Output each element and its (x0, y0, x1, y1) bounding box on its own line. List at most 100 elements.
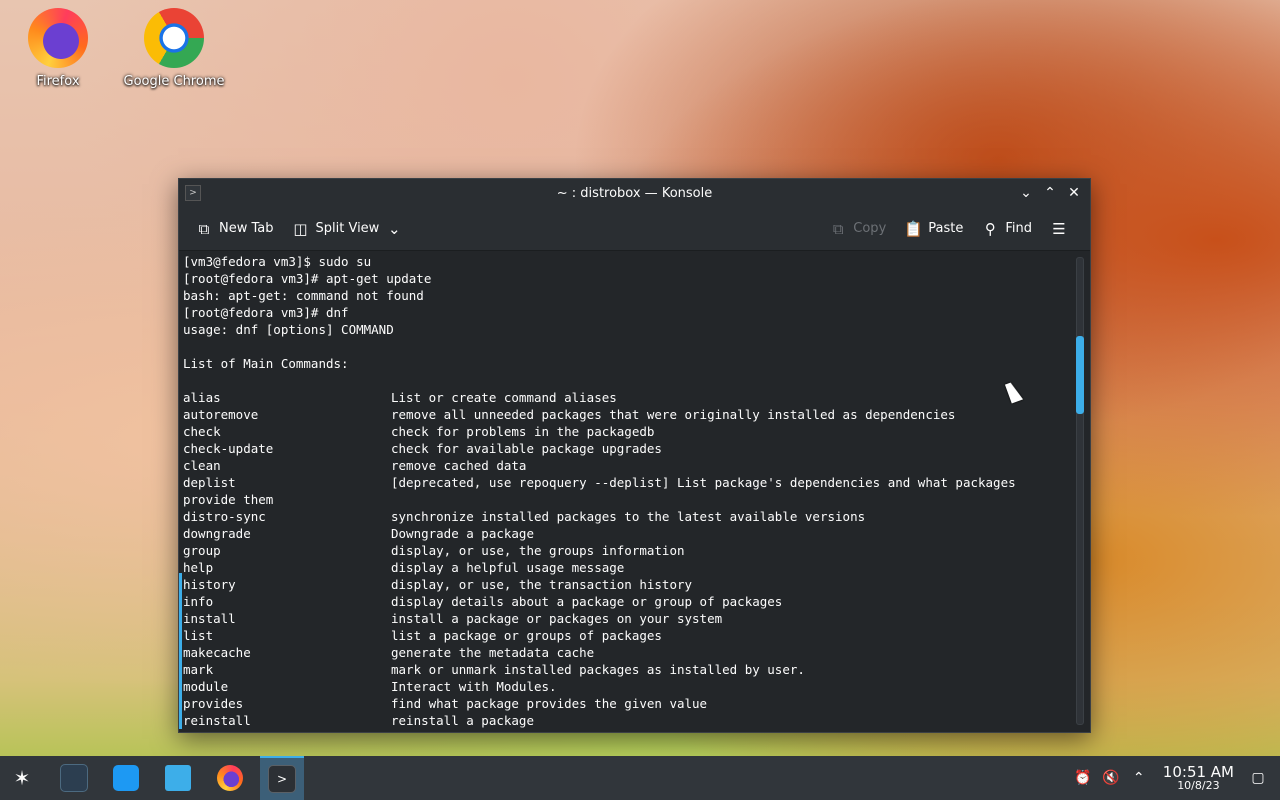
command-description: synchronize installed packages to the la… (391, 509, 866, 524)
folder-icon (165, 765, 191, 791)
volume-muted-icon[interactable]: 🔇 (1097, 770, 1125, 786)
terminal-line: [root@fedora vm3]# apt-get update (183, 271, 432, 286)
command-name: check (183, 424, 221, 439)
menu-icon: ☰ (1052, 219, 1066, 238)
command-row: clean remove cached data (183, 457, 1074, 474)
command-row: mark mark or unmark installed packages as… (183, 661, 1074, 678)
search-icon: ⚲ (984, 219, 996, 238)
command-description: install a package or packages on your sy… (391, 611, 723, 626)
command-name: history (183, 577, 236, 592)
command-name: reinstall (183, 713, 251, 728)
command-row: reinstall reinstall a package (183, 712, 1074, 729)
paste-icon: 📋 (904, 219, 923, 238)
window-title: ~ : distrobox — Konsole (556, 185, 713, 201)
command-name: info (183, 594, 214, 609)
toolbar: ⧉ New Tab ◫ Split View ⌄ ⧉ Copy 📋 Paste … (179, 207, 1090, 251)
terminal-line: usage: dnf [options] COMMAND (183, 322, 394, 337)
app-launcher-button[interactable]: ✶ (0, 756, 44, 800)
taskbar-firefox[interactable] (208, 756, 252, 800)
copy-icon: ⧉ (832, 219, 844, 238)
find-label: Find (1005, 221, 1032, 236)
command-row: provides find what package provides the g… (183, 695, 1074, 712)
command-description: display details about a package or group… (391, 594, 783, 609)
launcher-icon: ✶ (13, 766, 31, 790)
command-name: deplist (183, 475, 236, 490)
split-view-icon: ◫ (293, 219, 308, 238)
command-row: deplist [deprecated, use repoquery --depl… (183, 474, 1074, 491)
show-desktop-icon[interactable]: ▢ (1244, 770, 1272, 786)
copy-label: Copy (853, 221, 887, 236)
command-name: list (183, 628, 214, 643)
command-description: list a package or groups of packages (391, 628, 662, 643)
command-row: makecache generate the metadata cache (183, 644, 1074, 661)
minimize-button[interactable]: ⌄ (1014, 182, 1038, 204)
find-button[interactable]: ⚲ Find (975, 216, 1038, 242)
terminal-line: List of Main Commands: (183, 356, 349, 371)
paste-button[interactable]: 📋 Paste (898, 216, 969, 242)
title-bar[interactable]: > ~ : distrobox — Konsole ⌄ ⌃ ✕ (179, 179, 1090, 207)
command-name: group (183, 543, 221, 558)
command-row: list list a package or groups of packages (183, 627, 1074, 644)
clock[interactable]: 10:51 AM 10/8/23 (1163, 764, 1234, 793)
command-description: display, or use, the groups information (391, 543, 685, 558)
command-name: distro-sync (183, 509, 266, 524)
desktop-icon-chrome[interactable]: Google Chrome (119, 8, 229, 89)
command-row: check-update check for available package … (183, 440, 1074, 457)
command-row: info display details about a package or g… (183, 593, 1074, 610)
system-tray: ⏰ 🔇 ⌃ 10:51 AM 10/8/23 ▢ (1069, 756, 1280, 800)
konsole-window: > ~ : distrobox — Konsole ⌄ ⌃ ✕ ⧉ New Ta… (178, 178, 1091, 733)
scrollbar-thumb[interactable] (1076, 336, 1084, 414)
command-name: help (183, 560, 214, 575)
command-row: downgrade Downgrade a package (183, 525, 1074, 542)
command-row: check check for problems in the packagedb (183, 423, 1074, 440)
close-button[interactable]: ✕ (1062, 182, 1086, 204)
command-description: display, or use, the transaction history (391, 577, 693, 592)
new-tab-icon: ⧉ (198, 219, 210, 238)
taskbar-konsole[interactable]: > (260, 756, 304, 800)
taskbar-discover[interactable] (104, 756, 148, 800)
command-name: module (183, 679, 229, 694)
command-row: provide them (183, 491, 1074, 508)
terminal-output[interactable]: [vm3@fedora vm3]$ sudo su [root@fedora vm… (179, 251, 1074, 729)
command-description: List or create command aliases (391, 390, 617, 405)
command-row: module Interact with Modules. (183, 678, 1074, 695)
copy-button[interactable]: ⧉ Copy (823, 216, 892, 242)
taskbar-file-manager[interactable] (156, 756, 200, 800)
command-description: Downgrade a package (391, 526, 534, 541)
split-view-button[interactable]: ◫ Split View ⌄ (286, 216, 410, 242)
command-name: mark (183, 662, 214, 677)
command-name: check-update (183, 441, 274, 456)
konsole-icon: > (268, 765, 296, 793)
new-tab-label: New Tab (219, 221, 274, 236)
command-name: install (183, 611, 236, 626)
firefox-icon (28, 8, 88, 68)
command-row: install install a package or packages on … (183, 610, 1074, 627)
konsole-app-icon[interactable]: > (185, 185, 201, 201)
discover-store-icon (113, 765, 139, 791)
new-tab-button[interactable]: ⧉ New Tab (189, 216, 280, 242)
hamburger-menu-button[interactable]: ☰ (1044, 216, 1074, 242)
terminal-scrollbar[interactable] (1076, 257, 1084, 725)
command-row: group display, or use, the groups informa… (183, 542, 1074, 559)
taskbar-system-settings[interactable] (52, 756, 96, 800)
command-row: distro-sync synchronize installed package… (183, 508, 1074, 525)
chrome-icon (144, 8, 204, 68)
command-name: makecache (183, 645, 251, 660)
command-description: [deprecated, use repoquery --deplist] Li… (391, 475, 1016, 490)
command-name: autoremove (183, 407, 259, 422)
chevron-down-icon: ⌄ (388, 219, 401, 238)
chevron-up-icon[interactable]: ⌃ (1125, 770, 1153, 786)
command-description: check for problems in the packagedb (391, 424, 655, 439)
settings-icon (60, 764, 88, 792)
command-description: remove all unneeded packages that were o… (391, 407, 956, 422)
command-name: downgrade (183, 526, 251, 541)
firefox-icon (217, 765, 243, 791)
desktop-icon-firefox[interactable]: Firefox (3, 8, 113, 89)
command-name: provide them (183, 492, 274, 507)
maximize-button[interactable]: ⌃ (1038, 182, 1062, 204)
alarm-icon[interactable]: ⏰ (1069, 770, 1097, 786)
command-description: display a helpful usage message (391, 560, 625, 575)
paste-label: Paste (928, 221, 964, 236)
command-row: help display a helpful usage message (183, 559, 1074, 576)
